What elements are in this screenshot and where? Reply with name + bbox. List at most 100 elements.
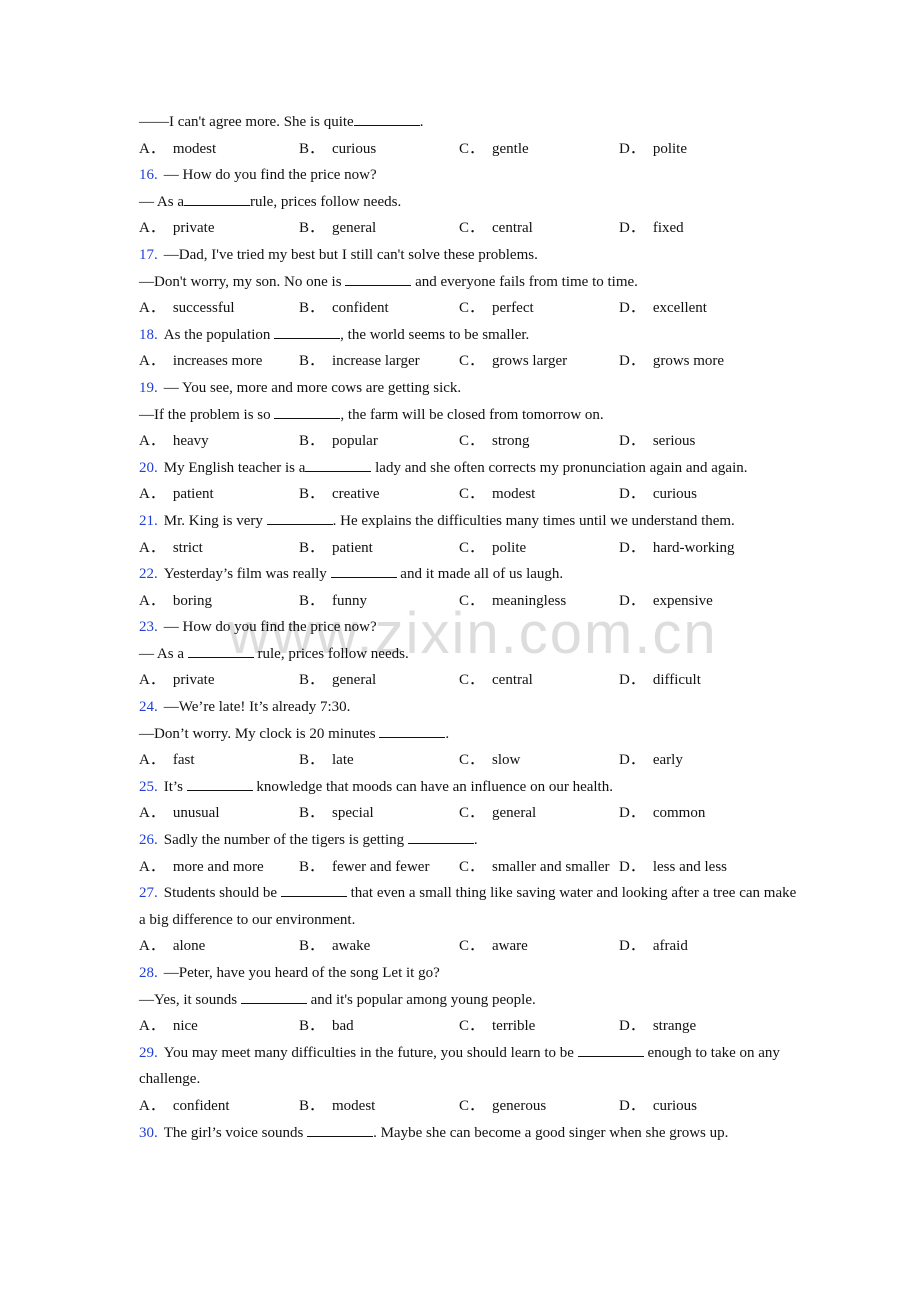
option-d[interactable]: D． grows more bbox=[619, 348, 724, 375]
option-c[interactable]: C． terrible bbox=[459, 1013, 535, 1040]
option-d[interactable]: D． serious bbox=[619, 428, 695, 455]
option-a[interactable]: A． increases more bbox=[139, 348, 262, 375]
option-a[interactable]: A． boring bbox=[139, 588, 212, 615]
question-dialogue-line: —Don’t worry. My clock is 20 minutes . bbox=[139, 721, 799, 748]
option-row: A． confident B． modest C． generous D． curious bbox=[139, 1093, 799, 1120]
option-b[interactable]: B． bad bbox=[299, 1013, 354, 1040]
question-text: Sadly the number of the tigers is gettin… bbox=[163, 832, 408, 849]
option-a[interactable]: A． heavy bbox=[139, 428, 209, 455]
option-b[interactable]: B． curious bbox=[299, 136, 376, 163]
option-b[interactable]: B． increase larger bbox=[299, 348, 420, 375]
answer-blank bbox=[187, 645, 254, 658]
option-c[interactable]: C． modest bbox=[459, 481, 535, 508]
option-a[interactable]: A． modest bbox=[139, 136, 216, 163]
question-stem: 18. As the population , the world seems t… bbox=[139, 322, 799, 349]
question-text: —We’re late! It’s already 7:30. bbox=[163, 699, 351, 716]
option-a[interactable]: A． strict bbox=[139, 535, 203, 562]
option-b[interactable]: B． general bbox=[299, 215, 376, 242]
question-dialogue-line: —If the problem is so , the farm will be… bbox=[139, 402, 799, 429]
option-a[interactable]: A． nice bbox=[139, 1013, 198, 1040]
question-text: Yesterday’s film was really bbox=[163, 566, 331, 583]
option-a[interactable]: A． confident bbox=[139, 1093, 230, 1120]
question-text: It’s bbox=[163, 778, 187, 795]
question-number: 22. bbox=[139, 566, 158, 583]
option-a[interactable]: A． private bbox=[139, 667, 215, 694]
question-text: — As a bbox=[139, 645, 188, 662]
option-d[interactable]: D． common bbox=[619, 800, 705, 827]
option-d[interactable]: D． difficult bbox=[619, 667, 701, 694]
question-text: —Don't worry, my son. No one is bbox=[139, 273, 346, 290]
option-b[interactable]: B． popular bbox=[299, 428, 378, 455]
answer-blank bbox=[305, 459, 372, 472]
question-dialogue-line: —Yes, it sounds and it's popular among y… bbox=[139, 987, 799, 1014]
option-b[interactable]: B． special bbox=[299, 800, 374, 827]
option-a[interactable]: A． successful bbox=[139, 295, 235, 322]
option-row: A． strict B． patient C． polite D． hard-working bbox=[139, 535, 799, 562]
option-b[interactable]: B． funny bbox=[299, 588, 367, 615]
option-c[interactable]: C． central bbox=[459, 667, 533, 694]
question-number: 27. bbox=[139, 885, 158, 902]
option-b[interactable]: B． general bbox=[299, 667, 376, 694]
question-item: 18. As the population , the world seems t… bbox=[139, 322, 799, 375]
question-text: You may meet many difficulties in the fu… bbox=[163, 1044, 578, 1061]
option-b[interactable]: B． modest bbox=[299, 1093, 375, 1120]
option-b[interactable]: B． creative bbox=[299, 481, 379, 508]
option-a[interactable]: A． private bbox=[139, 215, 215, 242]
answer-blank bbox=[274, 326, 341, 339]
option-c[interactable]: C． slow bbox=[459, 747, 520, 774]
option-d[interactable]: D． strange bbox=[619, 1013, 696, 1040]
option-c[interactable]: C． meaningless bbox=[459, 588, 566, 615]
option-a[interactable]: A． unusual bbox=[139, 800, 220, 827]
question-text-after: rule, prices follow needs. bbox=[253, 645, 409, 662]
option-c[interactable]: C． general bbox=[459, 800, 536, 827]
option-c[interactable]: C． grows larger bbox=[459, 348, 567, 375]
question-item: 22. Yesterday’s film was really and it ma… bbox=[139, 561, 799, 614]
option-b[interactable]: B． late bbox=[299, 747, 354, 774]
option-b[interactable]: B． patient bbox=[299, 535, 373, 562]
option-c[interactable]: C． gentle bbox=[459, 136, 529, 163]
option-d[interactable]: D． polite bbox=[619, 136, 687, 163]
answer-blank bbox=[274, 406, 341, 419]
option-row: A． unusual B． special C． general D． common bbox=[139, 800, 799, 827]
option-row: A． nice B． bad C． terrible D． strange bbox=[139, 1013, 799, 1040]
option-d[interactable]: D． expensive bbox=[619, 588, 713, 615]
question-text: My English teacher is a bbox=[163, 459, 306, 476]
question-stem: 27. Students should be that even a small … bbox=[139, 880, 799, 933]
answer-blank bbox=[240, 991, 307, 1004]
option-d[interactable]: D． hard-working bbox=[619, 535, 735, 562]
option-d[interactable]: D． afraid bbox=[619, 933, 688, 960]
option-d[interactable]: D． curious bbox=[619, 481, 697, 508]
option-c[interactable]: C． central bbox=[459, 215, 533, 242]
option-d[interactable]: D． curious bbox=[619, 1093, 697, 1120]
answer-blank bbox=[266, 512, 333, 525]
option-c[interactable]: C． polite bbox=[459, 535, 526, 562]
option-b[interactable]: B． awake bbox=[299, 933, 370, 960]
option-c[interactable]: C． aware bbox=[459, 933, 528, 960]
option-d[interactable]: D． less and less bbox=[619, 854, 727, 881]
question-number: 23. bbox=[139, 619, 158, 636]
question-item: 29. You may meet many difficulties in the… bbox=[139, 1040, 799, 1120]
option-row: A． patient B． creative C． modest D． curious bbox=[139, 481, 799, 508]
option-a[interactable]: A． alone bbox=[139, 933, 205, 960]
question-stem: 21. Mr. King is very . He explains the di… bbox=[139, 508, 799, 535]
option-d[interactable]: D． fixed bbox=[619, 215, 684, 242]
option-c[interactable]: C． strong bbox=[459, 428, 530, 455]
option-c[interactable]: C． perfect bbox=[459, 295, 534, 322]
option-a[interactable]: A． fast bbox=[139, 747, 195, 774]
option-b[interactable]: B． fewer and fewer bbox=[299, 854, 429, 881]
option-row: A． heavy B． popular C． strong D． serious bbox=[139, 428, 799, 455]
option-d[interactable]: D． excellent bbox=[619, 295, 707, 322]
option-c[interactable]: C． smaller and smaller bbox=[459, 854, 609, 881]
answer-blank bbox=[379, 725, 446, 738]
question-item: 21. Mr. King is very . He explains the di… bbox=[139, 508, 799, 561]
option-b[interactable]: B． confident bbox=[299, 295, 389, 322]
question-text: —Dad, I've tried my best but I still can… bbox=[163, 246, 538, 263]
option-a[interactable]: A． more and more bbox=[139, 854, 264, 881]
question-list: 16. — How do you find the price now? — As … bbox=[139, 162, 799, 1146]
question-item: 17. —Dad, I've tried my best but I still … bbox=[139, 242, 799, 322]
option-a[interactable]: A． patient bbox=[139, 481, 214, 508]
option-c[interactable]: C． generous bbox=[459, 1093, 546, 1120]
option-d[interactable]: D． early bbox=[619, 747, 683, 774]
question-text-after: knowledge that moods can have an influen… bbox=[252, 778, 613, 795]
question-text: — How do you find the price now? bbox=[163, 619, 377, 636]
